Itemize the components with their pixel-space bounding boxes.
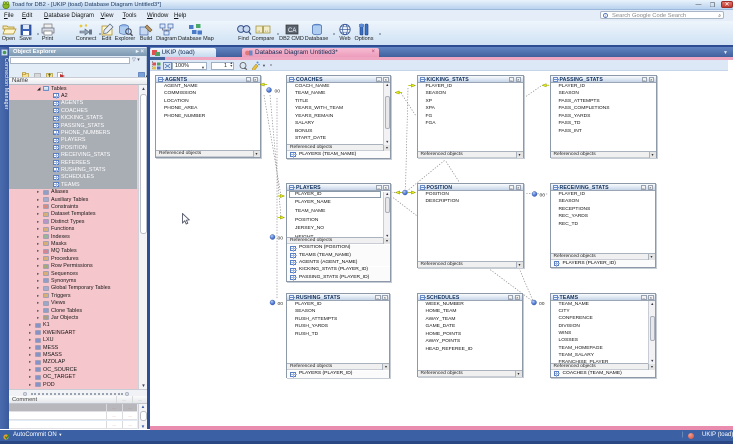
svg-text:oo: oo [540, 193, 546, 199]
svg-text:oo: oo [539, 301, 545, 307]
svg-text:oo: oo [275, 89, 281, 95]
svg-text:oo: oo [278, 236, 284, 242]
svg-text:oo: oo [278, 301, 284, 307]
